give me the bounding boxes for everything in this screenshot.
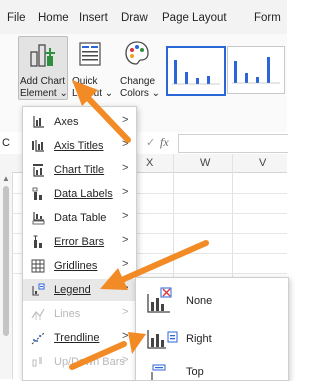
menu-item-label: Axes [54,116,79,128]
chevron-right-icon: > [122,138,129,150]
error-bars-icon [33,235,42,248]
chevron-right-icon: > [122,186,129,198]
data-table-icon [32,212,45,225]
quick-layout-label-1: Quick [72,76,98,87]
chart-style-2[interactable] [227,46,285,94]
legend-option-label: None [186,295,213,307]
legend-option-label: Right [186,333,212,345]
legend-option-none[interactable]: None [136,282,288,318]
tab-formulas[interactable]: Form [254,12,281,24]
quick-layout-label-2: Layout ⌄ [72,88,114,99]
change-colors-label-2: Colors ⌄ [120,88,161,99]
menu-item-data-table[interactable]: Data Table > [23,207,136,229]
menu-item-label: Data Table [54,212,107,224]
chevron-right-icon: > [122,354,129,366]
chevron-right-icon: > [122,114,129,126]
quick-layout-icon [79,42,101,66]
menu-bar: File Home Insert Draw Page Layout Form [0,0,287,34]
tab-draw[interactable]: Draw [121,12,148,24]
change-colors-label-1: Change [120,76,156,87]
chevron-right-icon: > [122,306,129,318]
menu-item-label: Error Bars [54,236,105,248]
chevron-right-icon: > [122,258,129,270]
axes-icon [33,116,44,128]
legend-right-icon [147,330,178,349]
add-chart-element-label-2: Element ⌄ [20,88,68,99]
menu-item-label: Up/Down Bars [54,356,125,368]
legend-option-label: Top [186,366,204,378]
trendline-icon [31,332,45,345]
scroll-up-icon[interactable]: ▲ [2,174,10,183]
chart-style-1-thumbnail [172,60,220,85]
menu-item-legend[interactable]: Legend > [23,279,136,301]
tab-insert[interactable]: Insert [79,12,108,24]
chart-style-2-thumbnail [232,57,280,84]
axis-titles-icon [32,140,44,152]
menu-item-label: Legend [54,284,91,296]
menu-item-chart-title[interactable]: Chart Title > [23,159,136,181]
menu-item-label: Chart Title [54,164,105,176]
menu-item-trendline[interactable]: Trendline > [23,327,136,349]
legend-none-icon [147,287,172,313]
name-box[interactable]: C [2,137,10,149]
menu-item-data-labels[interactable]: Data Labels > [23,183,136,205]
menu-item-up-down-bars: Up/Down Bars > [23,351,136,373]
menu-item-lines: Lines > [23,303,136,325]
legend-option-top[interactable]: Top [136,358,288,380]
column-header-x[interactable]: X [146,157,153,169]
chevron-right-icon: > [122,282,129,294]
data-labels-icon [32,187,42,200]
chart-style-1[interactable] [166,46,226,96]
chevron-right-icon: > [122,330,129,342]
gridlines-icon [31,259,45,273]
menu-item-gridlines[interactable]: Gridlines > [23,255,136,277]
menu-item-label: Trendline [54,332,100,344]
tab-page-layout[interactable]: Page Layout [162,12,227,24]
formula-input[interactable] [178,134,288,153]
legend-top-icon [151,364,166,380]
menu-item-axes[interactable]: Axes > [23,111,136,133]
add-chart-element-label-1: Add Chart [20,76,66,87]
menu-item-label: Gridlines [54,260,98,272]
legend-icon [32,283,45,296]
chart-title-icon [33,164,44,177]
column-header-w[interactable]: W [200,157,210,169]
menu-item-label: Data Labels [54,188,113,200]
legend-submenu: None Right Top [135,277,289,381]
enter-check-icon[interactable]: ✓ [146,136,155,149]
menu-item-label: Lines [54,308,81,320]
legend-option-right[interactable]: Right [136,320,288,356]
menu-item-error-bars[interactable]: Error Bars > [23,231,136,253]
add-chart-element-icon [30,44,55,67]
scroll-thumb[interactable] [3,186,9,336]
menu-item-label: Axis Titles [54,140,104,152]
add-chart-element-menu: Axes > Axis Titles > Chart Title > Data … [22,106,137,381]
chevron-right-icon: > [122,162,129,174]
insert-function-icon[interactable]: fx [160,135,169,150]
column-header-v[interactable]: V [259,157,266,169]
tab-file[interactable]: File [7,12,26,24]
up-down-bars-icon [32,357,42,367]
vertical-scrollbar[interactable]: ▲ [0,172,13,379]
tab-home[interactable]: Home [38,12,69,24]
palette-icon [125,41,149,65]
chevron-right-icon: > [122,210,129,222]
menu-item-axis-titles[interactable]: Axis Titles > [23,135,136,157]
chevron-right-icon: > [122,234,129,246]
lines-icon [31,308,45,320]
